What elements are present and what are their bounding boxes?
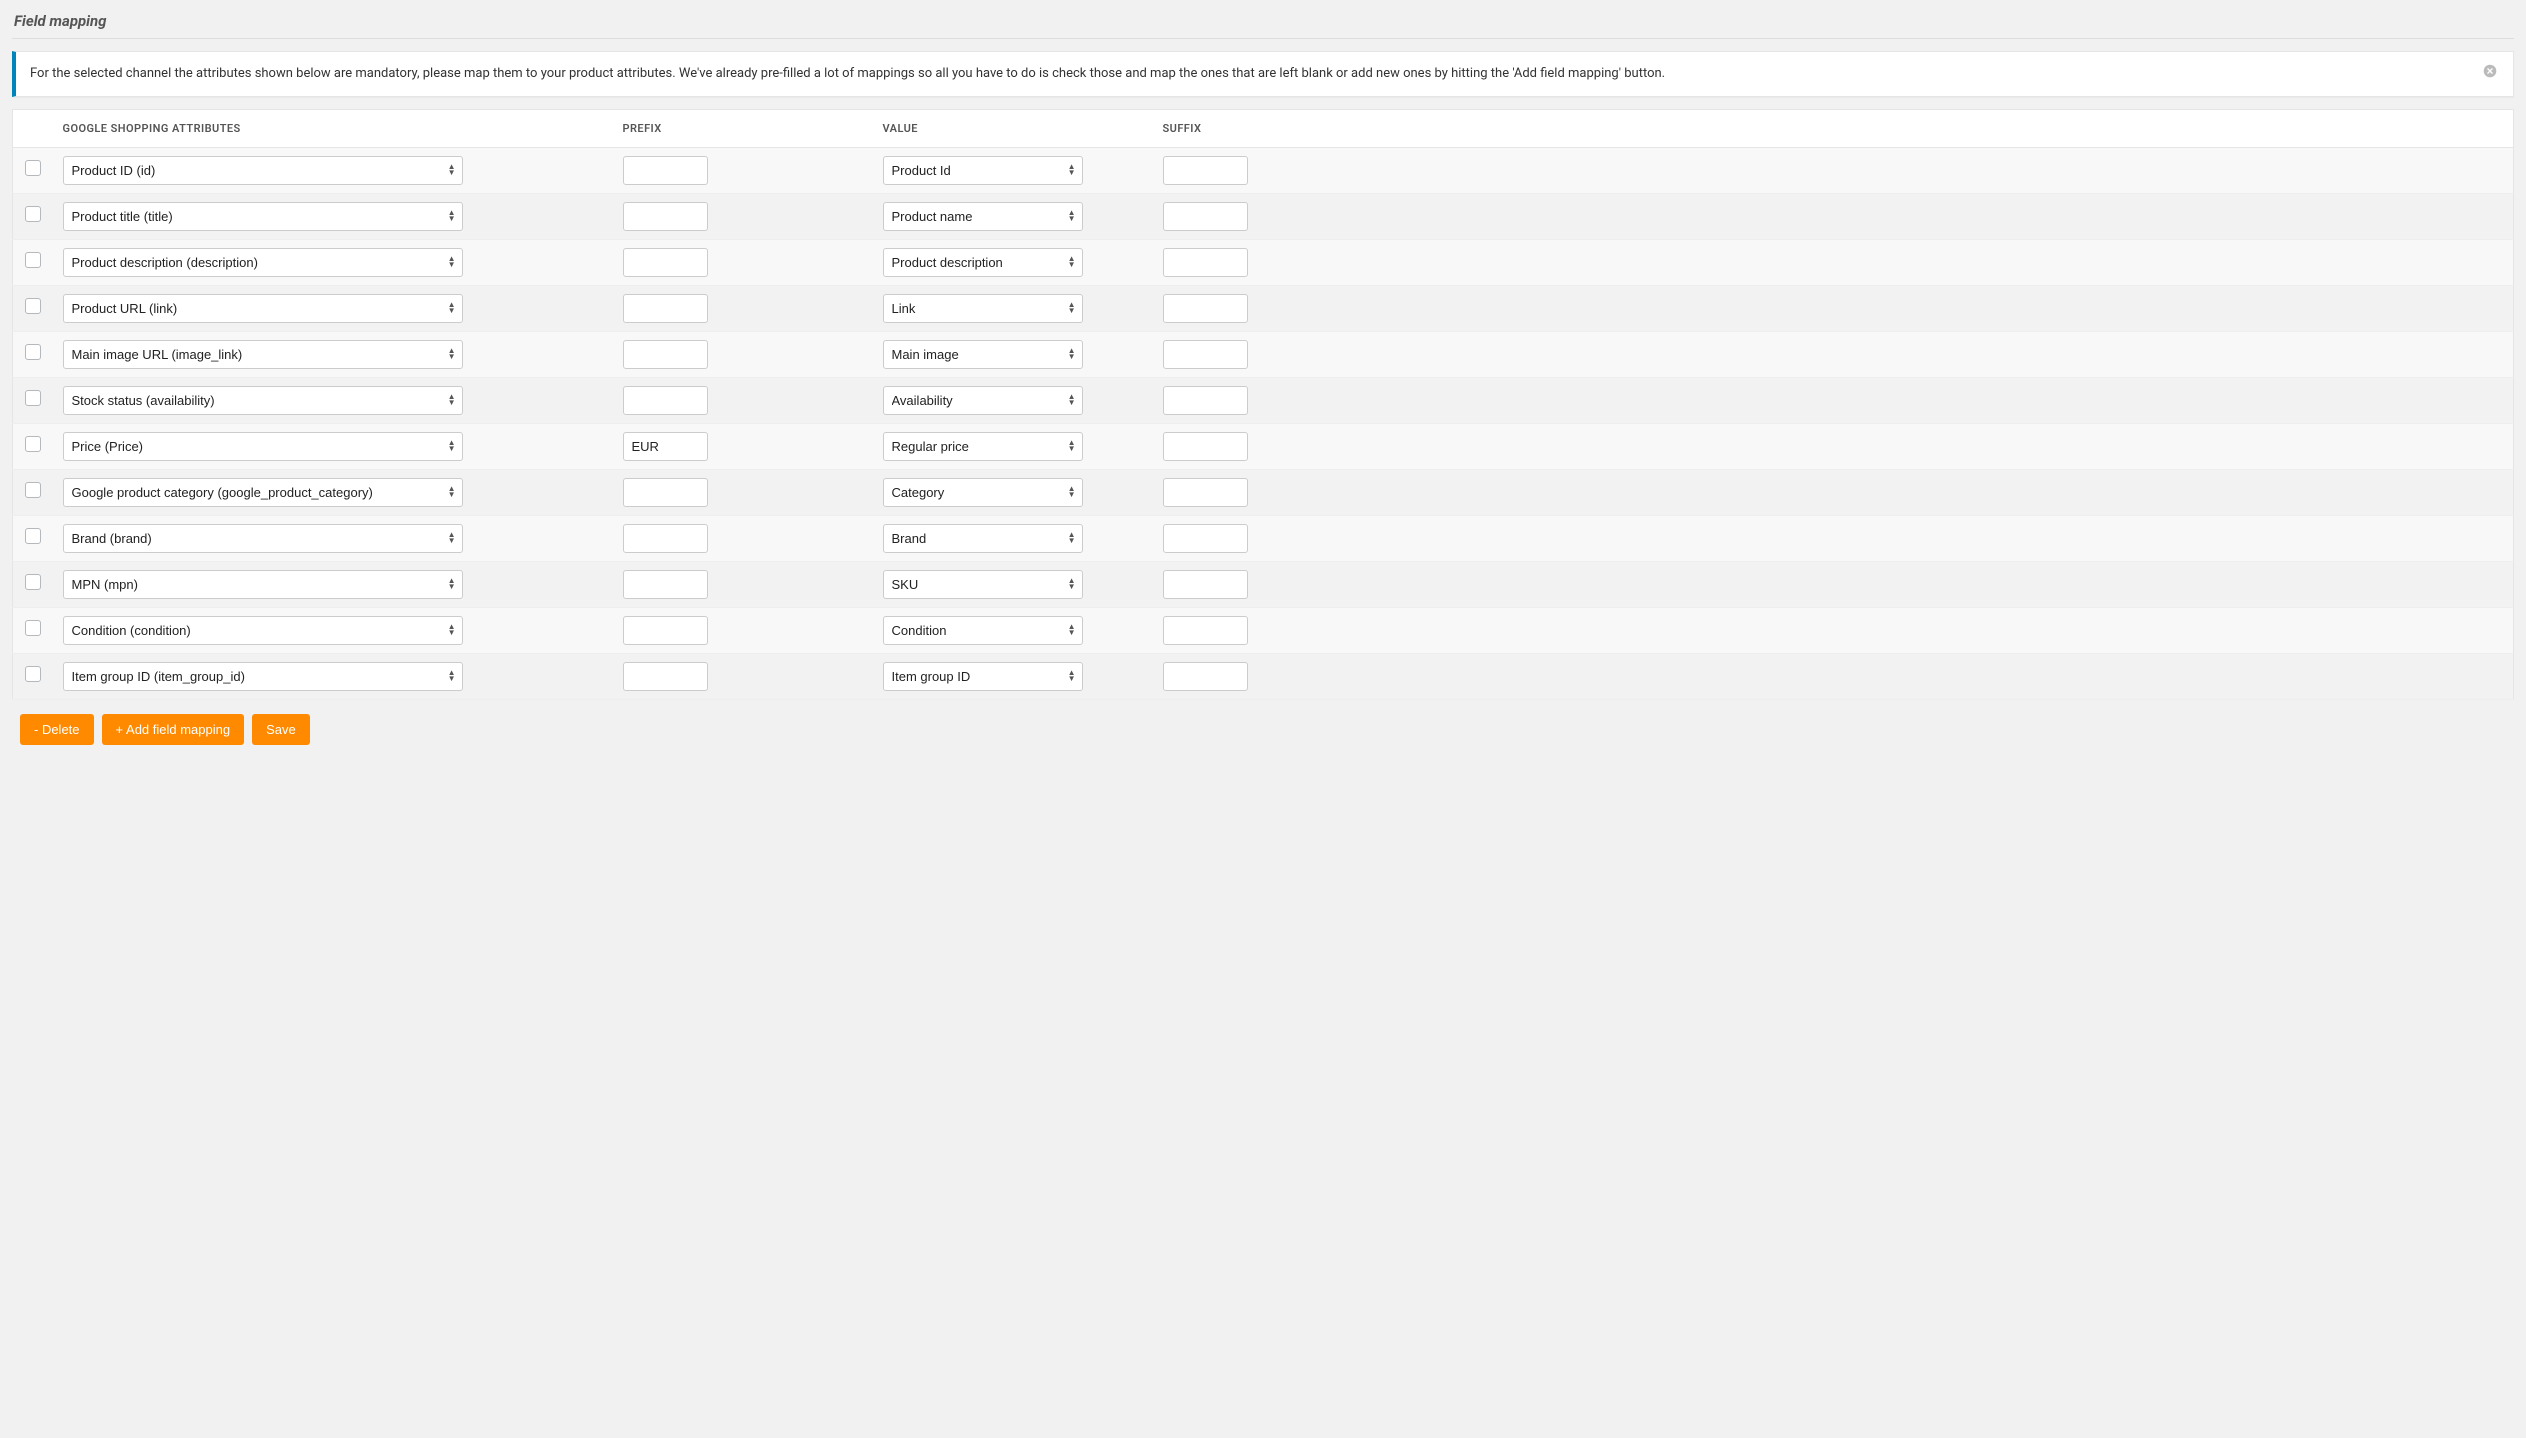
value-select[interactable]: Product name (883, 202, 1083, 231)
suffix-input[interactable] (1163, 202, 1248, 231)
table-row: Product URL (link)▲▼Link▲▼ (13, 285, 2514, 331)
attribute-select[interactable]: MPN (mpn) (63, 570, 463, 599)
value-select[interactable]: Product description (883, 248, 1083, 277)
value-select[interactable]: Link (883, 294, 1083, 323)
prefix-input[interactable] (623, 340, 708, 369)
suffix-input[interactable] (1163, 570, 1248, 599)
attribute-select[interactable]: Condition (condition) (63, 616, 463, 645)
suffix-input[interactable] (1163, 616, 1248, 645)
value-select[interactable]: Regular price (883, 432, 1083, 461)
table-row: Brand (brand)▲▼Brand▲▼ (13, 515, 2514, 561)
table-row: Item group ID (item_group_id)▲▼Item grou… (13, 653, 2514, 699)
suffix-input[interactable] (1163, 294, 1248, 323)
table-row: Stock status (availability)▲▼Availabilit… (13, 377, 2514, 423)
suffix-input[interactable] (1163, 386, 1248, 415)
prefix-input[interactable] (623, 524, 708, 553)
value-select[interactable]: Main image (883, 340, 1083, 369)
attribute-select[interactable]: Item group ID (item_group_id) (63, 662, 463, 691)
row-checkbox[interactable] (25, 390, 41, 406)
row-checkbox[interactable] (25, 160, 41, 176)
prefix-input[interactable] (623, 202, 708, 231)
row-checkbox[interactable] (25, 482, 41, 498)
row-checkbox[interactable] (25, 528, 41, 544)
attribute-select[interactable]: Product description (description) (63, 248, 463, 277)
suffix-input[interactable] (1163, 662, 1248, 691)
row-checkbox[interactable] (25, 206, 41, 222)
row-checkbox[interactable] (25, 620, 41, 636)
notice-text: For the selected channel the attributes … (30, 64, 2471, 84)
value-select[interactable]: Brand (883, 524, 1083, 553)
table-row: MPN (mpn)▲▼SKU▲▼ (13, 561, 2514, 607)
suffix-input[interactable] (1163, 248, 1248, 277)
value-select[interactable]: Product Id (883, 156, 1083, 185)
suffix-input[interactable] (1163, 524, 1248, 553)
suffix-input[interactable] (1163, 432, 1248, 461)
prefix-input[interactable] (623, 156, 708, 185)
attribute-select[interactable]: Main image URL (image_link) (63, 340, 463, 369)
value-select[interactable]: Condition (883, 616, 1083, 645)
value-select[interactable]: Category (883, 478, 1083, 507)
col-header-value: VALUE (873, 109, 1153, 147)
attribute-select[interactable]: Product URL (link) (63, 294, 463, 323)
section-title: Field mapping (12, 12, 2514, 38)
row-checkbox[interactable] (25, 252, 41, 268)
suffix-input[interactable] (1163, 156, 1248, 185)
table-row: Main image URL (image_link)▲▼Main image▲… (13, 331, 2514, 377)
close-icon[interactable] (2481, 62, 2499, 84)
prefix-input[interactable] (623, 294, 708, 323)
row-checkbox[interactable] (25, 574, 41, 590)
suffix-input[interactable] (1163, 478, 1248, 507)
attribute-select[interactable]: Brand (brand) (63, 524, 463, 553)
suffix-input[interactable] (1163, 340, 1248, 369)
delete-button[interactable]: - Delete (20, 714, 94, 745)
col-header-prefix: PREFIX (613, 109, 873, 147)
col-header-check (13, 109, 53, 147)
row-checkbox[interactable] (25, 344, 41, 360)
row-checkbox[interactable] (25, 666, 41, 682)
attribute-select[interactable]: Product ID (id) (63, 156, 463, 185)
table-row: Price (Price)▲▼Regular price▲▼ (13, 423, 2514, 469)
value-select[interactable]: Availability (883, 386, 1083, 415)
table-row: Product description (description)▲▼Produ… (13, 239, 2514, 285)
col-header-attributes: GOOGLE SHOPPING ATTRIBUTES (53, 109, 613, 147)
prefix-input[interactable] (623, 432, 708, 461)
attribute-select[interactable]: Google product category (google_product_… (63, 478, 463, 507)
add-field-mapping-button[interactable]: + Add field mapping (102, 714, 245, 745)
col-header-suffix: SUFFIX (1153, 109, 2514, 147)
prefix-input[interactable] (623, 570, 708, 599)
prefix-input[interactable] (623, 248, 708, 277)
table-row: Product title (title)▲▼Product name▲▼ (13, 193, 2514, 239)
table-row: Google product category (google_product_… (13, 469, 2514, 515)
row-checkbox[interactable] (25, 436, 41, 452)
save-button[interactable]: Save (252, 714, 310, 745)
prefix-input[interactable] (623, 386, 708, 415)
info-notice: For the selected channel the attributes … (12, 51, 2514, 97)
prefix-input[interactable] (623, 616, 708, 645)
value-select[interactable]: SKU (883, 570, 1083, 599)
value-select[interactable]: Item group ID (883, 662, 1083, 691)
attribute-select[interactable]: Stock status (availability) (63, 386, 463, 415)
prefix-input[interactable] (623, 662, 708, 691)
button-bar: - Delete + Add field mapping Save (12, 708, 2514, 751)
attribute-select[interactable]: Product title (title) (63, 202, 463, 231)
table-row: Condition (condition)▲▼Condition▲▼ (13, 607, 2514, 653)
attribute-select[interactable]: Price (Price) (63, 432, 463, 461)
prefix-input[interactable] (623, 478, 708, 507)
table-row: Product ID (id)▲▼Product Id▲▼ (13, 147, 2514, 193)
field-mapping-table: GOOGLE SHOPPING ATTRIBUTES PREFIX VALUE … (12, 109, 2514, 700)
row-checkbox[interactable] (25, 298, 41, 314)
